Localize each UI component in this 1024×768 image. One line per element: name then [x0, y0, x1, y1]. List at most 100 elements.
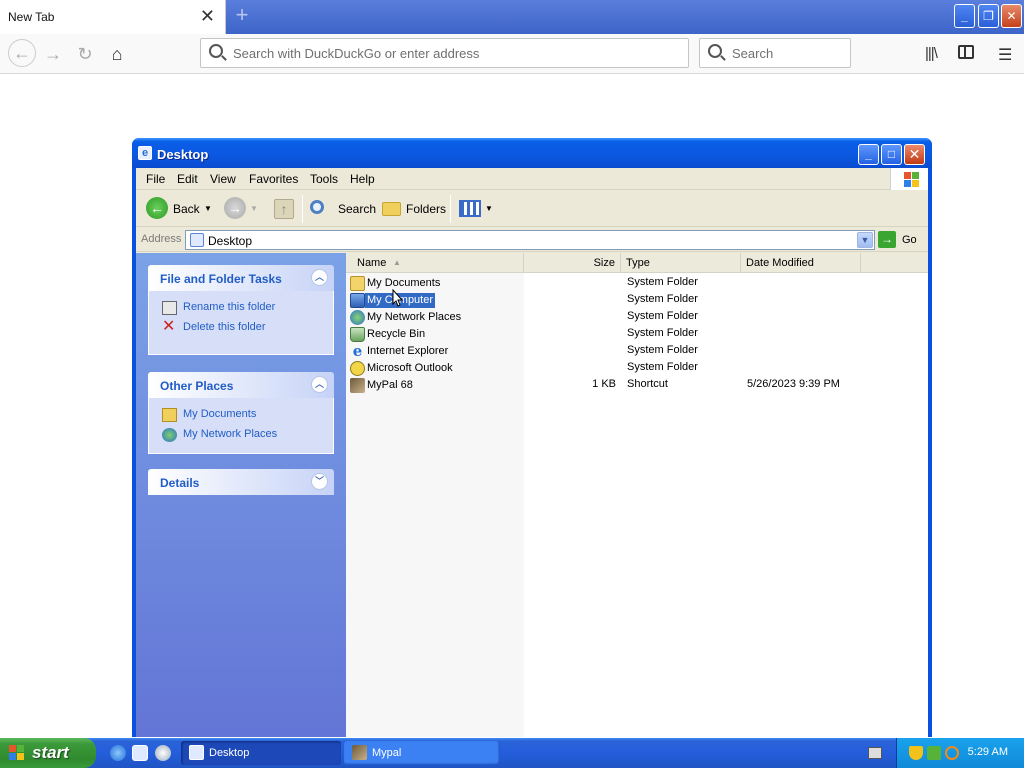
menu-file[interactable]: File	[146, 172, 165, 186]
file-type: System Folder	[627, 293, 698, 305]
collapse-chevron-icon[interactable]: ︿	[311, 376, 328, 393]
other-places-header[interactable]: Other Places ︿	[148, 372, 334, 398]
address-dropdown-icon[interactable]: ▼	[857, 232, 873, 248]
security-shield-icon[interactable]	[909, 746, 923, 760]
hamburger-menu-icon[interactable]: ☰	[998, 45, 1012, 65]
column-header-date-modified[interactable]: Date Modified	[741, 253, 861, 273]
back-arrow-icon[interactable]: ←	[8, 39, 36, 67]
my-documents-link[interactable]: My Documents	[183, 408, 256, 420]
url-bar[interactable]: Search with DuckDuckGo or enter address	[200, 38, 689, 68]
mypal-shortcut-icon	[350, 378, 365, 393]
quicklaunch-explorer-icon[interactable]	[132, 745, 148, 761]
url-placeholder: Search with DuckDuckGo or enter address	[233, 46, 480, 61]
menu-tools[interactable]: Tools	[310, 172, 338, 186]
menu-help[interactable]: Help	[350, 172, 375, 186]
search-icon	[708, 44, 722, 58]
browser-tab[interactable]: New Tab ✕	[0, 0, 226, 34]
details-header[interactable]: Details ﹀	[148, 469, 334, 495]
menu-edit[interactable]: Edit	[177, 172, 198, 186]
search-button[interactable]: Search	[307, 197, 376, 221]
keyboard-icon[interactable]	[868, 747, 882, 759]
go-button[interactable]: → Go	[878, 230, 922, 250]
browser-tab-bar: New Tab ✕ + _ ❐ ✕	[0, 0, 1024, 34]
sidebar-icon[interactable]	[958, 45, 974, 59]
menu-favorites[interactable]: Favorites	[249, 172, 298, 186]
go-label: Go	[902, 234, 917, 246]
browser-close-button[interactable]: ✕	[1001, 4, 1022, 28]
column-header-name[interactable]: Name ▲	[346, 253, 524, 273]
quicklaunch-ie-icon[interactable]	[110, 745, 126, 761]
file-row[interactable]: Microsoft Outlook System Folder	[346, 360, 928, 377]
maximize-button[interactable]: □	[881, 144, 902, 165]
file-row[interactable]: My Documents System Folder	[346, 275, 928, 292]
start-button[interactable]: start	[0, 738, 96, 768]
task-pane: File and Folder Tasks ︿ Rename this fold…	[136, 253, 346, 737]
up-arrow-icon: ↑	[274, 199, 294, 219]
file-row[interactable]: e Internet Explorer System Folder	[346, 343, 928, 360]
my-documents-icon	[162, 408, 177, 422]
address-field[interactable]: Desktop ▼	[185, 230, 875, 250]
clock[interactable]: 5:29 AM	[968, 746, 1008, 758]
search-icon	[209, 44, 223, 58]
browser-minimize-button[interactable]: _	[954, 4, 975, 28]
file-row-selected[interactable]: My Computer System Folder	[346, 292, 928, 309]
views-grid-icon	[459, 200, 481, 217]
ie-page-icon	[189, 745, 204, 760]
taskbar-item-desktop[interactable]: Desktop	[181, 741, 341, 765]
back-button[interactable]: ← Back ▼	[142, 197, 218, 221]
explorer-body: File Edit View Favorites Tools Help ← Ba…	[136, 168, 928, 737]
expand-chevron-icon[interactable]: ﹀	[311, 473, 328, 490]
taskbar-item-mypal[interactable]: Mypal	[344, 741, 500, 765]
new-tab-button[interactable]: +	[231, 4, 253, 27]
my-documents-icon	[350, 276, 365, 291]
browser-restore-button[interactable]: ❐	[978, 4, 999, 28]
up-folder-button[interactable]: ↑	[272, 197, 296, 221]
system-tray: 5:29 AM	[896, 738, 1024, 768]
file-list-view[interactable]: Name ▲ Size Type Date Modified My Docume…	[346, 253, 928, 737]
quicklaunch-media-icon[interactable]	[155, 745, 171, 761]
search-bar[interactable]: Search	[699, 38, 851, 68]
back-label: Back	[173, 202, 200, 216]
column-header-size[interactable]: Size	[524, 253, 621, 273]
home-icon[interactable]: ⌂	[105, 42, 129, 66]
menu-view[interactable]: View	[210, 172, 236, 186]
sort-up-icon: ▲	[393, 258, 401, 267]
file-row[interactable]: My Network Places System Folder	[346, 309, 928, 326]
file-name: Recycle Bin	[367, 328, 426, 340]
forward-button[interactable]: → ▼	[222, 197, 262, 221]
my-network-places-link[interactable]: My Network Places	[183, 428, 277, 440]
toolbar-separator	[302, 195, 303, 223]
delete-folder-link[interactable]: Delete this folder	[183, 321, 266, 333]
file-row[interactable]: Recycle Bin System Folder	[346, 326, 928, 343]
panel-body: My Documents My Network Places	[148, 398, 334, 454]
views-button[interactable]: ▼	[456, 197, 494, 221]
taskbar: start Desktop Mypal 5:29 AM	[0, 738, 1024, 768]
close-button[interactable]: ✕	[904, 144, 925, 165]
file-folder-tasks-header[interactable]: File and Folder Tasks ︿	[148, 265, 334, 291]
address-value: Desktop	[208, 234, 253, 248]
reload-icon[interactable]: ↻	[73, 42, 97, 66]
collapse-chevron-icon[interactable]: ︿	[311, 269, 328, 286]
recycle-bin-icon	[350, 327, 365, 342]
explorer-title-bar[interactable]: e Desktop _ □ ✕	[132, 138, 932, 168]
tab-close-icon[interactable]: ✕	[200, 7, 215, 25]
search-tray-icon[interactable]	[945, 746, 959, 760]
folders-button[interactable]: Folders	[379, 197, 447, 221]
library-icon[interactable]: |||\	[925, 45, 938, 62]
minimize-button[interactable]: _	[858, 144, 879, 165]
file-type: System Folder	[627, 361, 698, 373]
forward-arrow-icon[interactable]: →	[41, 42, 65, 66]
go-arrow-icon: →	[878, 231, 896, 248]
file-row[interactable]: MyPal 68 1 KB Shortcut 5/26/2023 9:39 PM	[346, 377, 928, 394]
address-label: Address	[141, 233, 182, 245]
standard-toolbar: ← Back ▼ → ▼ ↑ Search Folders ▼	[136, 191, 928, 227]
rename-folder-link[interactable]: Rename this folder	[183, 301, 275, 313]
folders-label: Folders	[406, 202, 447, 216]
chevron-down-icon: ▼	[250, 204, 258, 213]
network-icon[interactable]	[927, 746, 941, 760]
column-header-type[interactable]: Type	[621, 253, 741, 273]
outlook-icon	[350, 361, 365, 376]
file-size: 1 KB	[592, 378, 616, 390]
network-places-icon	[162, 428, 177, 442]
menu-bar: File Edit View Favorites Tools Help	[136, 168, 928, 190]
